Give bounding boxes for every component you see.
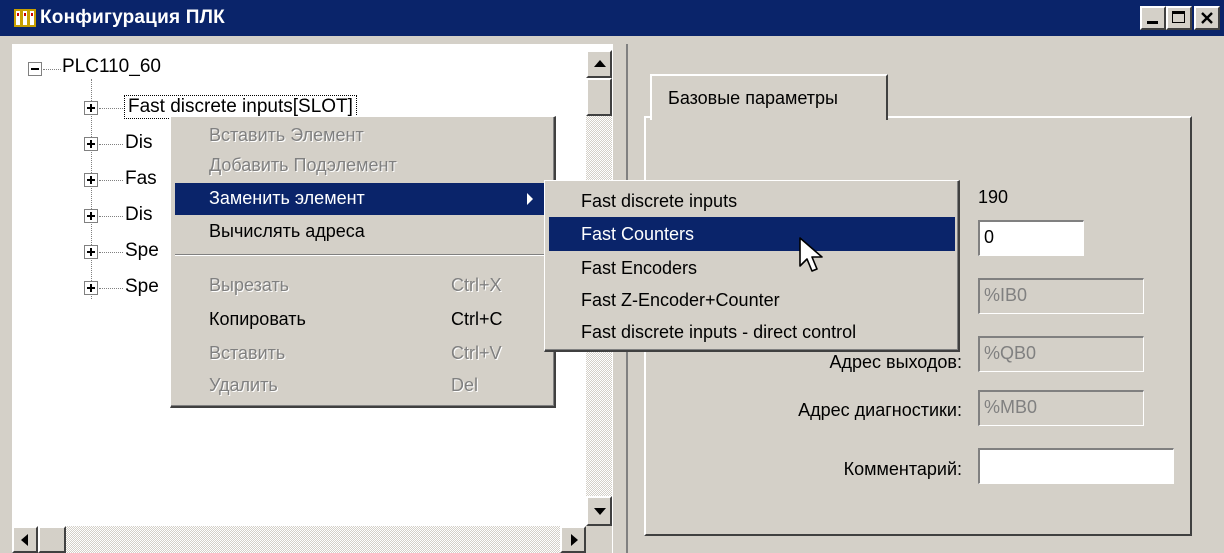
menu-item-label: Вставить Элемент (209, 125, 364, 145)
expand-icon[interactable] (84, 173, 98, 187)
menu-item-add-subelement[interactable]: Добавить Подэлемент (175, 151, 551, 181)
expand-icon[interactable] (84, 137, 98, 151)
menu-item-paste[interactable]: Вставить Ctrl+V (175, 339, 551, 369)
submenu-item-fast-z-encoder-counter[interactable]: Fast Z-Encoder+Counter (549, 285, 955, 315)
plc-config-icon (14, 9, 36, 27)
menu-item-shortcut: Ctrl+C (451, 309, 503, 329)
arrow-up-icon (594, 60, 606, 67)
menu-item-compute-addresses[interactable]: Вычислять адреса (175, 217, 551, 247)
collapse-icon[interactable] (28, 62, 42, 76)
output-address-field: %QB0 (978, 336, 1144, 372)
menu-item-label: Добавить Подэлемент (209, 155, 397, 175)
tree-item[interactable]: Fas (125, 168, 157, 190)
horizontal-scrollbar[interactable] (12, 526, 586, 553)
diagnostics-address-label: Адрес диагностики: (798, 400, 962, 420)
submenu-item-fast-discrete-inputs-direct[interactable]: Fast discrete inputs - direct control (549, 317, 955, 347)
arrow-down-icon (594, 508, 606, 515)
submenu-item-fast-encoders[interactable]: Fast Encoders (549, 253, 955, 283)
menu-item-label: Вставить (209, 343, 286, 363)
output-address-label: Адрес выходов: (829, 352, 962, 372)
tree-item[interactable]: Spe (125, 276, 159, 298)
menu-item-replace-element[interactable]: Заменить элемент (175, 183, 551, 215)
submenu-item-label: Fast discrete inputs - direct control (581, 322, 857, 342)
arrow-left-icon (21, 534, 28, 546)
submenu-item-label: Fast Counters (581, 224, 695, 244)
minimize-button[interactable] (1140, 6, 1166, 30)
diagnostics-address-field: %MB0 (978, 390, 1144, 426)
tab-basic-params[interactable]: Базовые параметры (650, 74, 888, 120)
expand-icon[interactable] (84, 101, 98, 115)
arrow-right-icon (571, 534, 578, 546)
maximize-button[interactable] (1166, 6, 1192, 30)
menu-item-label: Удалить (209, 375, 278, 395)
menu-item-delete[interactable]: Удалить Del (175, 371, 551, 401)
submenu-item-label: Fast discrete inputs (581, 191, 738, 211)
maximize-icon (1172, 11, 1185, 23)
menu-item-shortcut: Ctrl+X (451, 275, 502, 295)
value-190: 190 (978, 187, 1009, 207)
tab-label: Базовые параметры (668, 88, 838, 108)
expand-icon[interactable] (84, 245, 98, 259)
input-field[interactable]: 0 (978, 220, 1084, 256)
window-title: Конфигурация ПЛК (40, 7, 225, 28)
scroll-thumb-horizontal[interactable] (38, 526, 66, 553)
tree-root[interactable]: PLC110_60 (62, 56, 161, 78)
scroll-up-button[interactable] (586, 50, 612, 78)
menu-item-label: Вырезать (209, 275, 290, 295)
scroll-corner (586, 526, 612, 553)
mouse-cursor-icon (799, 237, 823, 272)
scroll-down-button[interactable] (586, 496, 612, 526)
submenu-item-label: Fast Z-Encoder+Counter (581, 290, 780, 310)
close-button[interactable] (1194, 6, 1220, 30)
menu-item-shortcut: Ctrl+V (451, 343, 502, 363)
expand-icon[interactable] (84, 281, 98, 295)
scroll-right-button[interactable] (560, 526, 586, 553)
submenu-item-label: Fast Encoders (581, 258, 698, 278)
menu-item-shortcut: Del (451, 375, 479, 395)
tree-item[interactable]: Spe (125, 240, 159, 262)
expand-icon[interactable] (84, 209, 98, 223)
context-menu: Вставить Элемент Добавить Подэлемент Зам… (170, 116, 556, 408)
tree-item[interactable]: Dis (125, 204, 152, 226)
replace-submenu: Fast discrete inputs Fast Counters Fast … (544, 180, 960, 352)
menu-item-cut[interactable]: Вырезать Ctrl+X (175, 271, 551, 301)
submenu-arrow-icon (527, 193, 533, 205)
menu-item-label: Вычислять адреса (209, 221, 365, 241)
scroll-thumb[interactable] (586, 78, 612, 116)
tree-item[interactable]: Dis (125, 132, 152, 154)
input-address-field: %IB0 (978, 278, 1144, 314)
scroll-left-button[interactable] (12, 526, 38, 553)
minimize-icon (1147, 21, 1158, 24)
title-bar[interactable]: Конфигурация ПЛК (0, 0, 1224, 36)
menu-item-label: Заменить элемент (209, 188, 365, 208)
comment-field[interactable] (978, 448, 1174, 484)
comment-label: Комментарий: (843, 459, 962, 479)
menu-item-insert-element[interactable]: Вставить Элемент (175, 121, 551, 151)
menu-item-label: Копировать (209, 309, 306, 329)
menu-item-copy[interactable]: Копировать Ctrl+C (175, 305, 551, 335)
submenu-item-fast-discrete-inputs[interactable]: Fast discrete inputs (549, 185, 955, 217)
close-icon (1201, 12, 1213, 24)
menu-separator (175, 254, 551, 256)
submenu-item-fast-counters[interactable]: Fast Counters (549, 217, 955, 251)
